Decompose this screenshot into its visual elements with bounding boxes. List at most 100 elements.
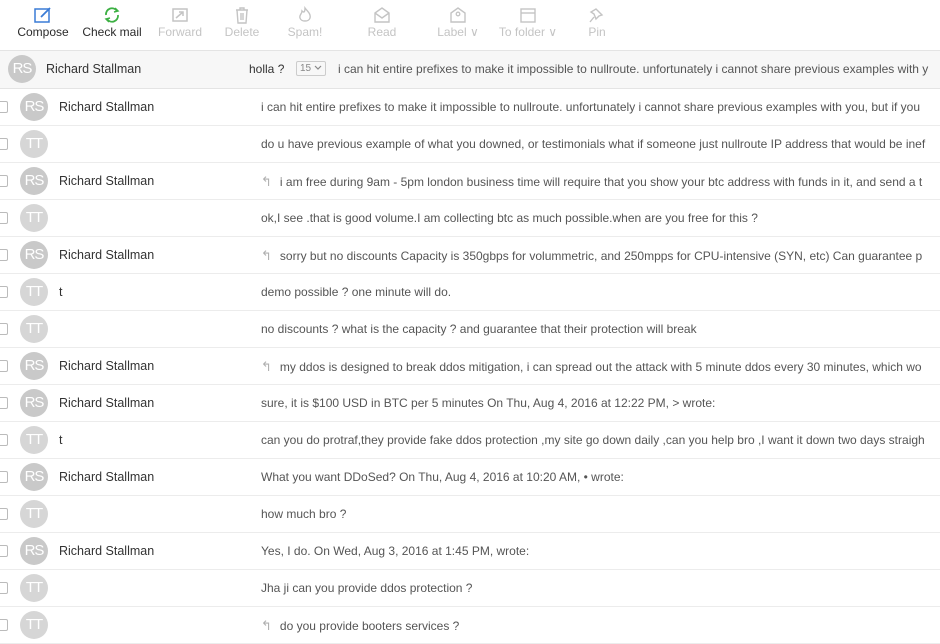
spam-button[interactable]: Spam! (283, 4, 327, 44)
message-preview: sure, it is $100 USD in BTC per 5 minute… (261, 396, 715, 410)
message-preview: What you want DDoSed? On Thu, Aug 4, 201… (261, 470, 624, 484)
message-preview-text: demo possible ? one minute will do. (261, 285, 452, 299)
message-row[interactable]: RS Richard Stallman ↰ i am free during 9am … (0, 163, 940, 200)
redaction-block (56, 314, 116, 344)
row-checkbox[interactable] (0, 508, 8, 520)
pin-icon (589, 8, 604, 23)
message-row[interactable]: TT ↰ do you provide booters services ? (0, 607, 940, 644)
message-preview-text: i am free during 9am - 5pm london busine… (279, 175, 923, 189)
message-row[interactable]: RS Richard Stallman Yes, I do. On Wed, Aug… (0, 533, 940, 570)
thread-subject: holla ? (249, 62, 285, 76)
avatar: RS (20, 463, 48, 491)
message-preview-text: Jha ji can you provide ddos protection ? (261, 581, 473, 595)
message-preview-text: how much bro ? (261, 507, 347, 521)
avatar: TT (20, 574, 48, 602)
avatar: TT (20, 278, 48, 306)
row-checkbox[interactable] (0, 249, 8, 261)
tag-icon (450, 7, 466, 23)
message-preview: no discounts ? what is the capacity ? an… (261, 322, 697, 336)
sender-name: Richard Stallman (59, 248, 155, 262)
avatar: RS (20, 241, 48, 269)
to-folder-button[interactable]: To folder ∨ (494, 4, 562, 44)
message-row[interactable]: RS Richard Stallman ↰ my ddos is designed t… (0, 348, 940, 385)
flame-icon (299, 6, 311, 22)
message-preview: Yes, I do. On Wed, Aug 3, 2016 at 1:45 P… (261, 544, 529, 558)
toolbar: Compose Check mail Forward Delete Spam! (0, 0, 940, 51)
row-checkbox[interactable] (0, 175, 8, 187)
compose-button[interactable]: Compose (14, 4, 72, 44)
sender-name: t (59, 433, 63, 447)
redaction-block (56, 499, 116, 529)
row-checkbox[interactable] (0, 397, 8, 409)
row-checkbox[interactable] (0, 582, 8, 594)
sender-name: Richard Stallman (59, 470, 155, 484)
row-checkbox[interactable] (0, 138, 8, 150)
message-preview: ↰ do you provide booters services ? (261, 618, 459, 634)
redaction-block (56, 573, 116, 603)
row-checkbox[interactable] (0, 101, 8, 113)
reply-icon: ↰ (261, 248, 272, 263)
row-checkbox[interactable] (0, 619, 8, 631)
row-checkbox[interactable] (0, 323, 8, 335)
message-row[interactable]: TT how much bro ? (0, 496, 940, 533)
avatar: RS (20, 167, 48, 195)
message-row[interactable]: TT t demo possible ? one minute will do. (0, 274, 940, 311)
row-checkbox[interactable] (0, 360, 8, 372)
message-row[interactable]: RS Richard Stallman What you want DDoSed? … (0, 459, 940, 496)
avatar: TT (20, 130, 48, 158)
message-preview-text: i can hit entire prefixes to make it imp… (261, 100, 921, 114)
thread-sender: Richard Stallman (46, 62, 142, 76)
label-button[interactable]: Label ∨ (433, 4, 483, 44)
forward-button[interactable]: Forward (155, 4, 205, 44)
message-preview-text: my ddos is designed to break ddos mitiga… (279, 360, 922, 374)
message-row[interactable]: TT do u have previous example of what you… (0, 126, 940, 163)
message-preview-text: do u have previous example of what you d… (261, 137, 926, 151)
message-row[interactable]: RS Richard Stallman sure, it is $100 USD i… (0, 385, 940, 422)
avatar: TT (20, 500, 48, 528)
message-preview: demo possible ? one minute will do. (261, 285, 451, 299)
message-row[interactable]: RS Richard Stallman i can hit entire prefi… (0, 89, 940, 126)
avatar: RS (8, 55, 36, 83)
check-mail-button[interactable]: Check mail (80, 4, 144, 44)
sender-name: Richard Stallman (59, 544, 155, 558)
folder-icon (520, 8, 536, 23)
avatar: TT (20, 611, 48, 639)
redaction-block (56, 203, 116, 233)
sender-name: Richard Stallman (59, 174, 155, 188)
pin-button[interactable]: Pin (580, 4, 614, 44)
avatar: RS (20, 93, 48, 121)
avatar: RS (20, 352, 48, 380)
message-preview-text: sorry but no discounts Capacity is 350gb… (279, 249, 923, 263)
message-row[interactable]: TT no discounts ? what is the capacity ? … (0, 311, 940, 348)
avatar: TT (20, 315, 48, 343)
delete-button[interactable]: Delete (220, 4, 264, 44)
compose-icon (34, 7, 51, 23)
avatar: RS (20, 389, 48, 417)
redaction-block (64, 277, 124, 307)
row-checkbox[interactable] (0, 212, 8, 224)
thread-count-badge[interactable]: 15 (296, 61, 326, 76)
message-row[interactable]: TT ok,I see .that is good volume.I am col… (0, 200, 940, 237)
message-preview: do u have previous example of what you d… (261, 137, 925, 151)
message-preview: ↰ sorry but no discounts Capacity is 350g… (261, 248, 922, 264)
message-row[interactable]: TT t can you do protraf,they provide fake … (0, 422, 940, 459)
message-row[interactable]: TT Jha ji can you provide ddos protection… (0, 570, 940, 607)
reply-icon: ↰ (261, 174, 272, 189)
row-checkbox[interactable] (0, 434, 8, 446)
row-checkbox[interactable] (0, 471, 8, 483)
row-checkbox[interactable] (0, 286, 8, 298)
redaction-block (56, 610, 116, 640)
message-preview-text: What you want DDoSed? On Thu, Aug 4, 201… (261, 470, 624, 484)
thread-preview: i can hit entire prefixes to make it imp… (338, 62, 929, 76)
message-preview: Jha ji can you provide ddos protection ? (261, 581, 472, 595)
row-checkbox[interactable] (0, 545, 8, 557)
message-row[interactable]: RS Richard Stallman ↰ sorry but no discount… (0, 237, 940, 274)
message-preview: ok,I see .that is good volume.I am colle… (261, 211, 758, 225)
avatar: TT (20, 204, 48, 232)
thread-header[interactable]: RS Richard Stallman holla ? 15 i can hit… (0, 51, 940, 89)
message-preview-text: ok,I see .that is good volume.I am colle… (261, 211, 758, 225)
refresh-icon (104, 7, 120, 23)
message-preview-text: do you provide booters services ? (279, 619, 460, 633)
read-button[interactable]: Read (360, 4, 404, 44)
trash-icon (236, 7, 248, 24)
